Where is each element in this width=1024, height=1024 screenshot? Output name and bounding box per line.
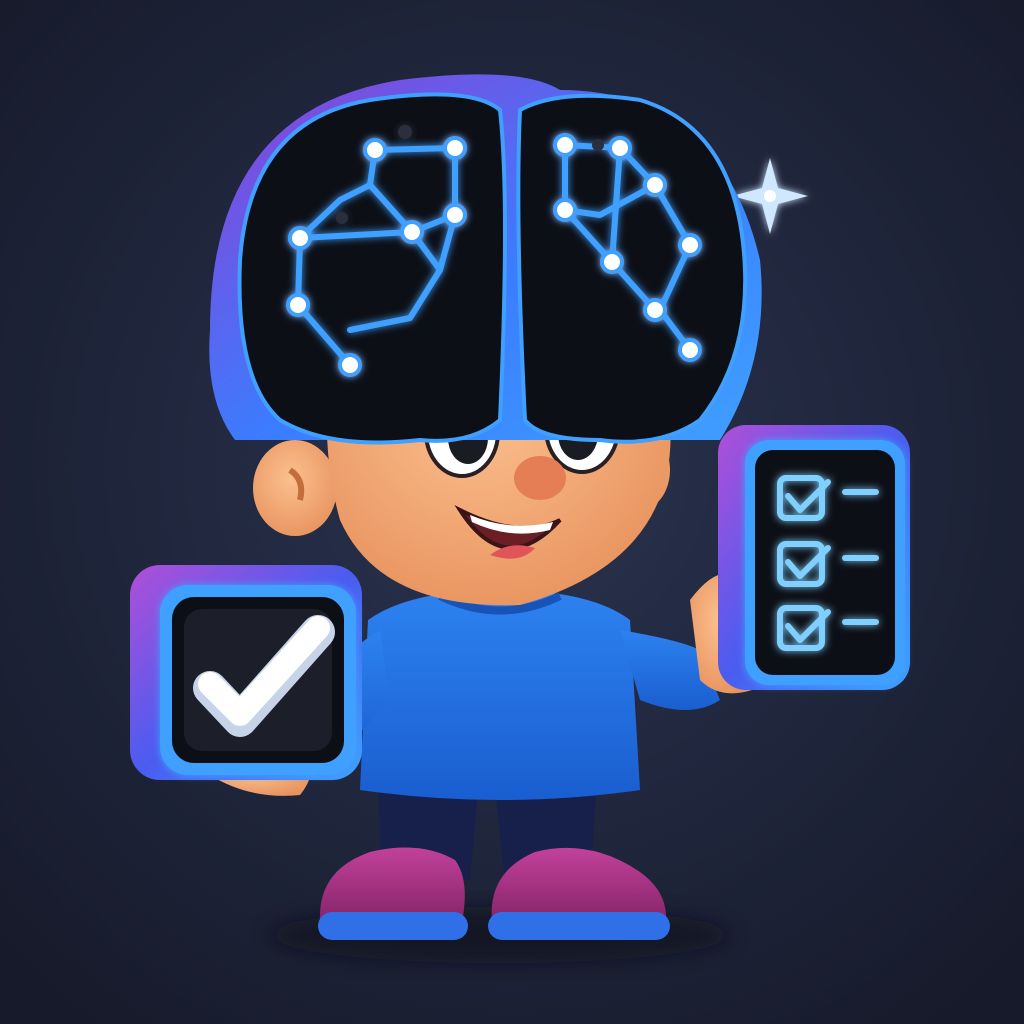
brain-helmet bbox=[209, 74, 762, 445]
nose bbox=[514, 456, 566, 500]
check-card bbox=[130, 565, 362, 780]
mascot-illustration bbox=[0, 0, 1024, 1024]
left-ear bbox=[253, 440, 337, 536]
checklist-card bbox=[718, 425, 910, 690]
